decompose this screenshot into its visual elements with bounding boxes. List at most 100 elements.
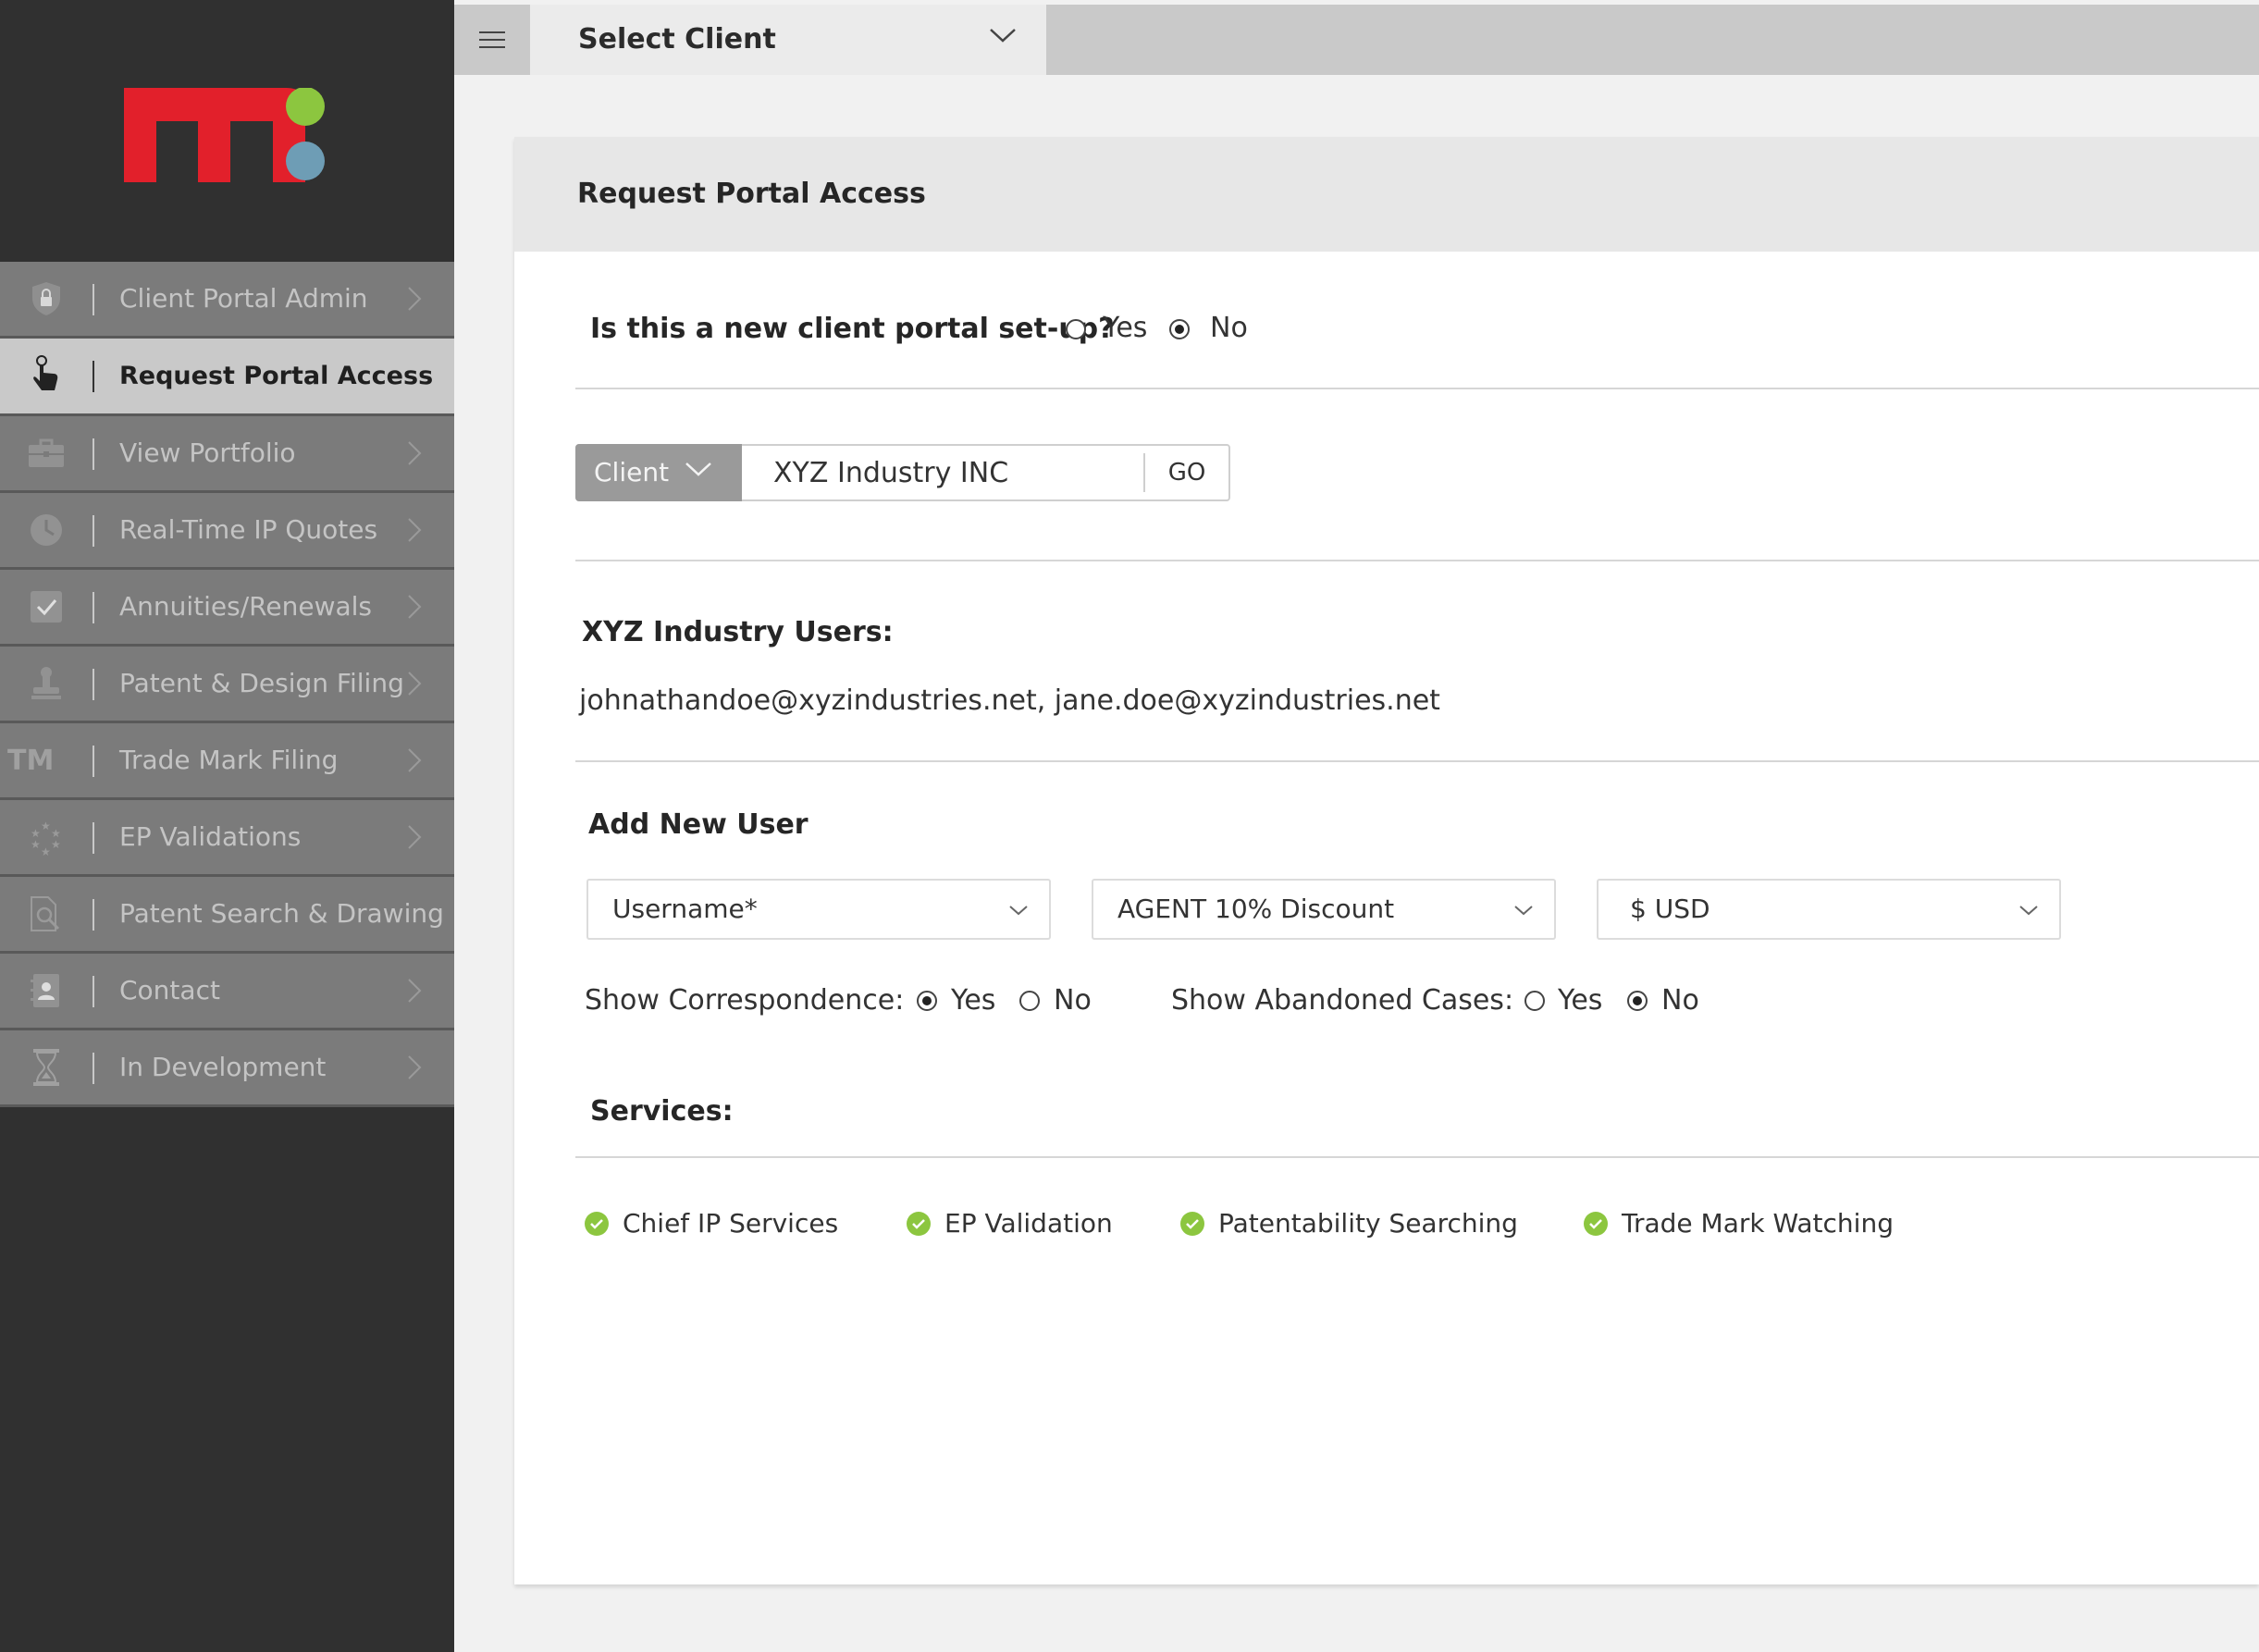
chevron-down-icon <box>2018 903 2039 920</box>
check-circle-icon <box>1180 1212 1204 1236</box>
eu-stars-icon: ★ ★ ★ ★ ★ ★ <box>19 800 74 874</box>
chevron-right-icon <box>401 747 427 773</box>
sidebar-item-trade-mark-filing[interactable]: TM Trade Mark Filing <box>0 723 454 800</box>
divider <box>575 560 2259 561</box>
sidebar-item-label: Trade Mark Filing <box>119 745 339 775</box>
services-heading: Services: <box>590 1095 734 1128</box>
hamburger-icon[interactable] <box>454 5 530 75</box>
show-correspondence-no-label: No <box>1054 984 1092 1017</box>
sidebar-item-label: In Development <box>119 1052 327 1082</box>
username-dropdown[interactable]: Username* <box>586 879 1051 940</box>
chevron-right-icon <box>401 978 427 1004</box>
sidebar-item-contact[interactable]: Contact <box>0 954 454 1030</box>
service-item: Chief IP Services <box>623 1208 839 1239</box>
sidebar-item-patent-design-filing[interactable]: Patent & Design Filing <box>0 647 454 723</box>
logo <box>0 0 454 262</box>
divider <box>575 388 2259 389</box>
chevron-right-icon <box>401 440 427 466</box>
hourglass-icon <box>19 1030 74 1104</box>
svg-text:★: ★ <box>51 838 61 851</box>
top-bar: Select Client <box>454 5 2259 75</box>
sidebar-item-label: Patent Search & Drawing <box>119 898 444 929</box>
tm-icon: TM <box>7 723 63 797</box>
new-setup-question: Is this a new client portal set-up? <box>590 313 1115 345</box>
check-circle-icon <box>1584 1212 1608 1236</box>
select-client-label: Select Client <box>578 23 776 55</box>
show-correspondence-yes-radio[interactable] <box>917 991 937 1011</box>
show-abandoned-no-radio[interactable] <box>1627 991 1648 1011</box>
show-abandoned-yes-label: Yes <box>1558 984 1603 1017</box>
show-abandoned-yes-radio[interactable] <box>1525 991 1545 1011</box>
menu-separator <box>93 592 94 623</box>
chevron-right-icon <box>401 1054 427 1080</box>
sidebar-item-view-portfolio[interactable]: View Portfolio <box>0 416 454 493</box>
show-abandoned-no-label: No <box>1661 984 1699 1017</box>
show-correspondence-label: Show Correspondence: <box>585 984 905 1017</box>
users-list: johnathandoe@xyzindustries.net, jane.doe… <box>579 684 1440 717</box>
client-search: Client GO <box>575 444 1230 501</box>
chevron-down-icon <box>989 27 1017 47</box>
clock-icon <box>19 493 74 567</box>
hand-pointer-icon <box>19 339 74 413</box>
currency-dropdown[interactable]: $ USD <box>1597 879 2061 940</box>
contact-card-icon <box>19 954 74 1028</box>
chevron-right-icon <box>401 517 427 543</box>
new-setup-yes-radio[interactable] <box>1066 319 1086 339</box>
add-user-heading: Add New User <box>588 808 809 841</box>
sidebar-item-real-time-ip-quotes[interactable]: Real-Time IP Quotes <box>0 493 454 570</box>
checkbox-icon <box>19 570 74 644</box>
sidebar-item-ep-validations[interactable]: ★ ★ ★ ★ ★ ★ EP Validations <box>0 800 454 877</box>
chevron-right-icon <box>401 286 427 312</box>
client-search-input[interactable] <box>742 446 1140 499</box>
divider <box>575 760 2259 762</box>
sidebar-item-label: Real-Time IP Quotes <box>119 514 378 545</box>
sidebar-item-label: Request Portal Access <box>119 362 434 390</box>
sidebar-menu: Client Portal Admin Request Portal Acces… <box>0 262 454 1107</box>
sidebar-item-label: Contact <box>119 975 220 1005</box>
chevron-down-icon <box>685 461 712 481</box>
show-correspondence-no-radio[interactable] <box>1019 991 1040 1011</box>
new-setup-no-label: No <box>1210 312 1248 344</box>
client-type-dropdown[interactable]: Client <box>575 444 742 501</box>
menu-separator <box>93 746 94 777</box>
svg-text:★: ★ <box>41 820 51 832</box>
currency-value: $ USD <box>1630 894 1710 924</box>
chevron-down-icon <box>1513 903 1534 920</box>
divider <box>575 1156 2259 1158</box>
sidebar-item-label: View Portfolio <box>119 438 296 468</box>
shield-lock-icon <box>19 262 74 336</box>
request-portal-access-panel: Request Portal Access Is this a new clie… <box>514 137 2259 1584</box>
page-title: Request Portal Access <box>577 178 926 210</box>
new-setup-no-radio[interactable] <box>1169 319 1190 339</box>
sidebar-item-annuities-renewals[interactable]: Annuities/Renewals <box>0 570 454 647</box>
briefcase-icon <box>19 416 74 490</box>
new-setup-yes-label: Yes <box>1103 312 1148 344</box>
menu-separator <box>93 361 94 392</box>
menu-separator <box>93 899 94 931</box>
sidebar-item-patent-search-drawing[interactable]: Patent Search & Drawing <box>0 877 454 954</box>
select-client-dropdown[interactable]: Select Client <box>530 5 1046 75</box>
service-item: Patentability Searching <box>1218 1208 1518 1239</box>
brand-logo-icon <box>124 88 325 182</box>
check-circle-icon <box>585 1212 609 1236</box>
menu-separator <box>93 515 94 547</box>
sidebar-item-request-portal-access[interactable]: Request Portal Access <box>0 339 454 416</box>
panel-header: Request Portal Access <box>514 137 2259 252</box>
svg-text:★: ★ <box>31 838 41 851</box>
discount-dropdown[interactable]: AGENT 10% Discount <box>1092 879 1556 940</box>
show-abandoned-label: Show Abandoned Cases: <box>1171 984 1514 1017</box>
sidebar-item-label: Patent & Design Filing <box>119 668 404 698</box>
sidebar-item-label: EP Validations <box>119 821 302 852</box>
chevron-right-icon <box>401 594 427 620</box>
chevron-down-icon <box>1008 903 1029 920</box>
go-button[interactable]: GO <box>1145 446 1228 499</box>
menu-separator <box>93 284 94 315</box>
username-placeholder: Username* <box>612 894 758 924</box>
service-item: EP Validation <box>944 1208 1113 1239</box>
sidebar-item-client-portal-admin[interactable]: Client Portal Admin <box>0 262 454 339</box>
sidebar-item-label: Annuities/Renewals <box>119 591 372 622</box>
users-heading: XYZ Industry Users: <box>582 616 894 648</box>
sidebar-item-in-development[interactable]: In Development <box>0 1030 454 1107</box>
menu-separator <box>93 822 94 854</box>
service-item: Trade Mark Watching <box>1622 1208 1894 1239</box>
